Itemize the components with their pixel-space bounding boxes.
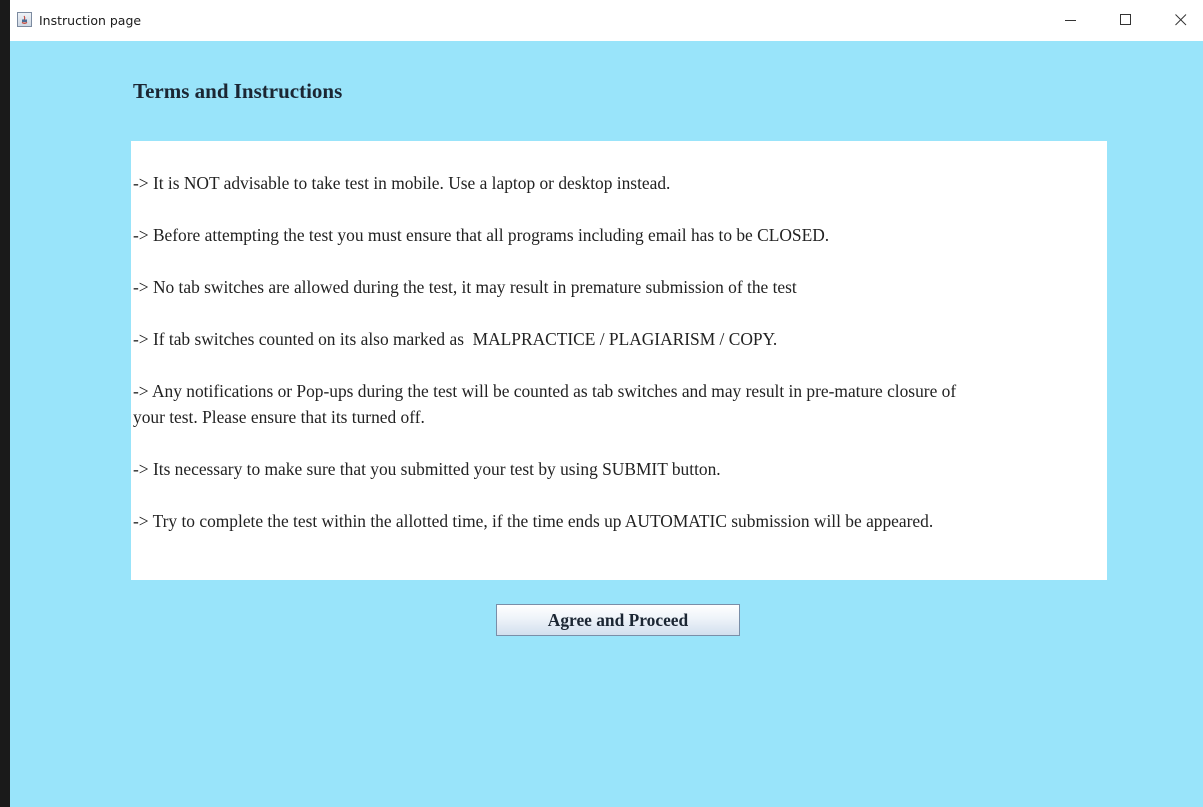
instruction-item-5: -> Any notifications or Pop-ups during t… — [133, 381, 961, 427]
instructions-panel: -> It is NOT advisable to take test in m… — [131, 141, 1107, 580]
agree-and-proceed-button[interactable]: Agree and Proceed — [496, 604, 740, 636]
instruction-item-4: -> If tab switches counted on its also m… — [133, 329, 778, 349]
instruction-item-6: -> Its necessary to make sure that you s… — [133, 459, 721, 479]
instruction-item-7: -> Try to complete the test within the a… — [133, 511, 934, 531]
window-title: Instruction page — [39, 13, 142, 28]
page-title: Terms and Instructions — [133, 79, 343, 103]
content-area: Terms and Instructions -> It is NOT advi… — [10, 41, 1203, 807]
title-bar[interactable]: Instruction page — [10, 0, 1203, 41]
instruction-item-1: -> It is NOT advisable to take test in m… — [133, 173, 671, 193]
application-window: Instruction page Terms and Instructions … — [0, 0, 1203, 807]
java-app-icon — [17, 12, 32, 27]
minimize-icon — [1065, 20, 1076, 21]
maximize-icon — [1120, 14, 1131, 25]
instruction-item-2: -> Before attempting the test you must e… — [133, 225, 830, 245]
maximize-button[interactable] — [1103, 0, 1149, 40]
minimize-button[interactable] — [1048, 0, 1094, 40]
close-button[interactable] — [1158, 0, 1203, 40]
close-icon — [1175, 14, 1187, 26]
instruction-item-3: -> No tab switches are allowed during th… — [133, 277, 797, 297]
